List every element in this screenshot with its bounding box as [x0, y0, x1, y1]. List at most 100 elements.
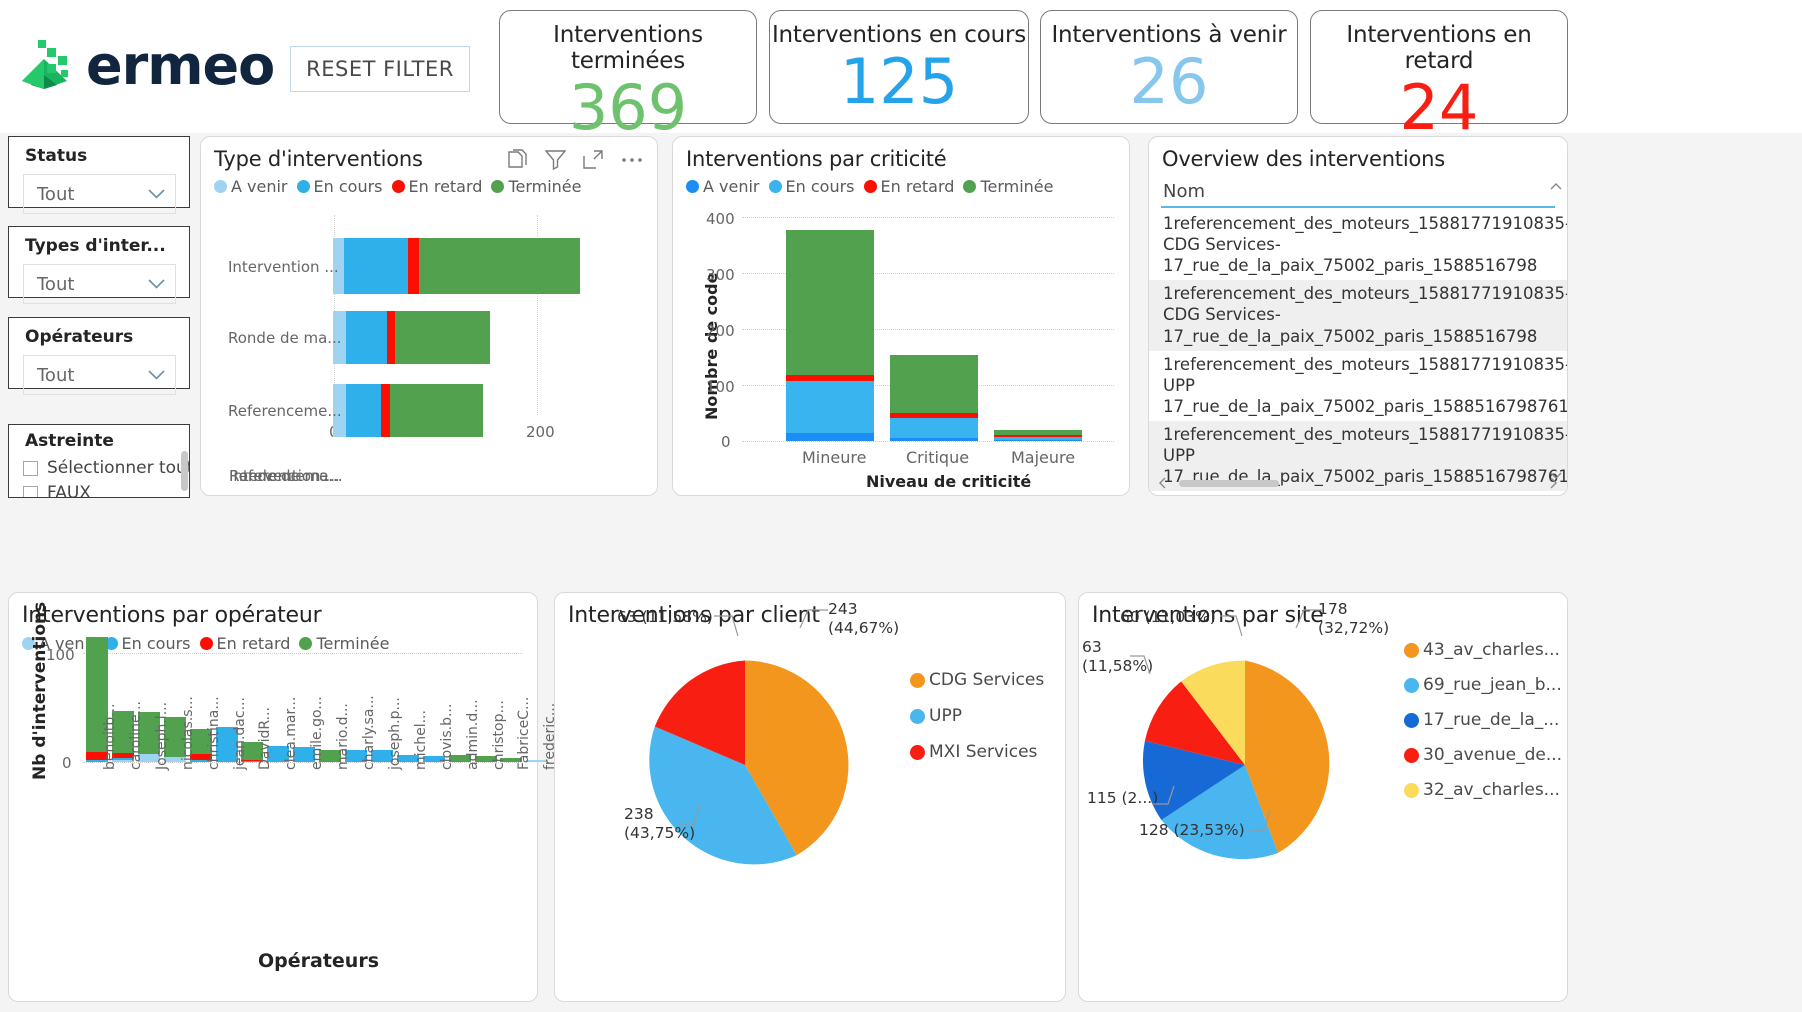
pie-data-label-32av: 60 (11,03%) [1120, 608, 1216, 626]
copy-icon[interactable] [508, 149, 528, 170]
slicer-astreinte[interactable]: Astreinte Sélectionner tout FAUX [8, 424, 190, 498]
table-body[interactable]: 1referencement_des_moteurs_1588177191083… [1149, 210, 1567, 495]
pie-legend-item-32av[interactable]: 32_av_charles... [1404, 780, 1562, 800]
table-row[interactable]: 1referencement_des_moteurs_1588177191083… [1149, 210, 1567, 280]
table-row[interactable]: 1referencement_des_moteurs_1588177191083… [1149, 280, 1567, 351]
pie-chart-site[interactable] [1135, 655, 1355, 875]
bar-column-critique[interactable] [890, 355, 978, 441]
legend-label: UPP [929, 706, 962, 726]
legend-label: CDG Services [929, 670, 1045, 690]
legend-item-terminee[interactable]: Terminée [299, 634, 390, 653]
legend-item-en-cours[interactable]: En cours [104, 634, 191, 653]
chevron-down-icon [148, 189, 165, 199]
astreinte-option-faux[interactable]: FAUX [9, 481, 189, 497]
scrollbar-thumb[interactable] [1179, 479, 1279, 487]
kpi-card-terminees[interactable]: Interventions terminées 369 [499, 10, 757, 139]
chevron-up-icon[interactable] [1549, 181, 1563, 193]
slicer-dropdown[interactable]: Tout [23, 174, 176, 214]
legend-item-a-venir[interactable]: A venir [214, 177, 288, 196]
bar-segment-en-cours[interactable] [346, 311, 387, 364]
operator-tick-label: jean.dac... [231, 697, 248, 770]
legend-item-terminee[interactable]: Terminée [491, 177, 582, 196]
bar-segment-terminee[interactable] [890, 355, 978, 413]
operator-tick-label: clea.mar... [283, 696, 300, 770]
bar-segment-en-cours[interactable] [890, 418, 978, 438]
legend-item-en-cours[interactable]: En cours [296, 177, 383, 196]
legend-label: En retard [216, 634, 291, 653]
slicer-scrollbar[interactable] [181, 451, 188, 491]
legend-item-en-retard[interactable]: En retard [391, 177, 483, 196]
legend-item-terminee[interactable]: Terminée [963, 177, 1054, 196]
bar-segment-en-retard[interactable] [387, 311, 395, 364]
axis-tick-y: 200 [706, 322, 735, 340]
kpi-card-a-venir[interactable]: Interventions à venir 26 [1040, 10, 1298, 124]
legend-label: 69_rue_jean_b... [1423, 675, 1562, 695]
axis-title-y-operateur: Nb d'interventions [30, 601, 50, 780]
pie-legend-item-69rue[interactable]: 69_rue_jean_b... [1404, 675, 1562, 695]
panel-title: Interventions par criticité [686, 147, 947, 171]
bar-segment-en-retard[interactable] [408, 238, 419, 294]
visual-toolbar[interactable] [508, 149, 643, 170]
table-horizontal-scrollbar[interactable] [1157, 473, 1559, 493]
table-row[interactable]: 1referencement_des_moteurs_1588177191083… [1149, 351, 1567, 421]
bar-segment-terminee[interactable] [786, 230, 874, 375]
panel-title: Interventions par opérateur [22, 603, 322, 628]
pie-legend-item-mxi[interactable]: MXI Services [910, 742, 1044, 762]
pie-legend-item-upp[interactable]: UPP [910, 706, 1044, 726]
bar-segment-a-venir[interactable] [994, 440, 1082, 441]
legend-swatch [491, 180, 505, 193]
slicer-dropdown[interactable]: Tout [23, 355, 176, 395]
astreinte-option-select-all[interactable]: Sélectionner tout [9, 456, 189, 478]
bar-segment-en-cours[interactable] [346, 384, 381, 437]
kpi-card-en-retard[interactable]: Interventions en retard 24 [1310, 10, 1568, 139]
bar-segment-a-venir[interactable] [890, 438, 978, 441]
bar-category-label-3: Referenceme... [228, 402, 342, 420]
legend-item-en-cours[interactable]: En cours [768, 177, 855, 196]
more-options-icon[interactable] [621, 156, 643, 164]
bar-column-majeure[interactable] [994, 430, 1082, 441]
checkbox-icon[interactable] [23, 460, 38, 476]
chevron-left-icon[interactable] [1157, 476, 1169, 490]
bar-segment-en-cours[interactable] [786, 381, 874, 433]
operator-tick-label: caroline... [127, 701, 144, 770]
bar-segment-en-retard[interactable] [381, 384, 390, 437]
filter-icon[interactable] [545, 149, 566, 170]
leader-line-upp [678, 803, 701, 825]
bar-segment-terminee[interactable] [419, 238, 580, 294]
table-column-header[interactable]: Nom [1149, 181, 1567, 202]
panel-criticite: Interventions par criticité A venir En c… [672, 136, 1130, 496]
pie-data-label-mxi: 63 (11,58%) [617, 608, 713, 626]
chevron-right-icon[interactable] [1547, 476, 1559, 490]
slicer-value: Tout [37, 183, 75, 205]
pie-legend-item-30avenue[interactable]: 30_avenue_de... [1404, 745, 1562, 765]
legend-label: 32_av_charles... [1423, 780, 1560, 800]
slicer-dropdown[interactable]: Tout [23, 264, 176, 304]
legend-swatch [199, 637, 213, 650]
bar-column-mineure[interactable] [786, 230, 874, 441]
pie-legend-item-43av[interactable]: 43_av_charles... [1404, 640, 1562, 660]
slicer-operateurs[interactable]: Opérateurs Tout [8, 317, 190, 395]
legend-item-en-retard[interactable]: En retard [863, 177, 954, 196]
legend-label: En retard [408, 177, 483, 196]
legend-item-a-venir[interactable]: A venir [686, 177, 760, 196]
slicer-status[interactable]: Status Tout [8, 136, 190, 214]
table-vertical-scrollbar[interactable] [1549, 181, 1563, 481]
pie-legend-item-17rue[interactable]: 17_rue_de_la_... [1404, 710, 1562, 730]
bar-segment-a-venir[interactable] [786, 433, 874, 441]
kpi-value: 26 [1129, 45, 1209, 118]
ermeo-logo: ermeo [18, 34, 293, 97]
focus-mode-icon[interactable] [583, 149, 604, 170]
axis-tick-y: 100 [46, 646, 75, 664]
checkbox-icon[interactable] [23, 485, 38, 497]
legend-item-en-retard[interactable]: En retard [199, 634, 291, 653]
legend-swatch [1404, 642, 1419, 658]
reset-filter-button[interactable]: RESET FILTER [290, 46, 470, 92]
bar-segment-terminee[interactable] [390, 384, 483, 437]
pie-legend-item-cdg[interactable]: CDG Services [910, 670, 1044, 690]
bar-segment-terminee[interactable] [395, 311, 490, 364]
kpi-card-en-cours[interactable]: Interventions en cours 125 [769, 10, 1029, 124]
bar-segment-en-cours[interactable] [344, 238, 408, 294]
kpi-value: 125 [839, 45, 959, 118]
leader-line-32av [1220, 615, 1243, 637]
slicer-types-intervention[interactable]: Types d'inter... Tout [8, 226, 190, 304]
